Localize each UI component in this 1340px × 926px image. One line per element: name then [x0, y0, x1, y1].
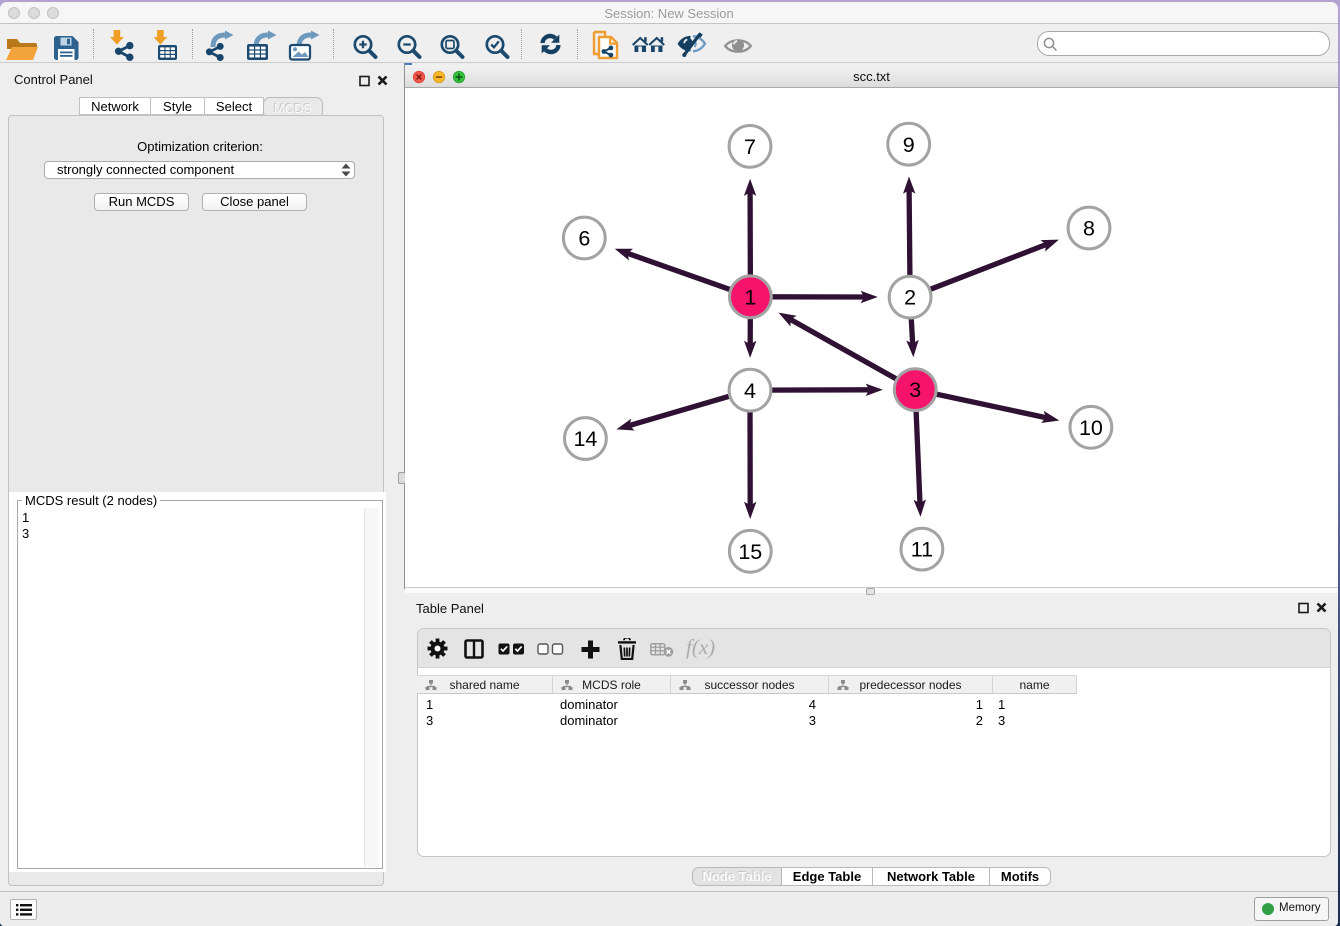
svg-text:15: 15: [738, 540, 762, 564]
svg-text:8: 8: [1083, 217, 1095, 241]
svg-text:10: 10: [1079, 416, 1103, 440]
svg-text:1: 1: [744, 285, 756, 309]
svg-text:4: 4: [744, 379, 756, 403]
svg-text:7: 7: [744, 135, 756, 159]
svg-text:14: 14: [573, 427, 597, 451]
svg-text:6: 6: [578, 227, 590, 251]
svg-text:11: 11: [911, 538, 933, 562]
svg-text:2: 2: [904, 286, 916, 310]
svg-text:3: 3: [909, 378, 921, 402]
svg-text:9: 9: [903, 133, 915, 157]
